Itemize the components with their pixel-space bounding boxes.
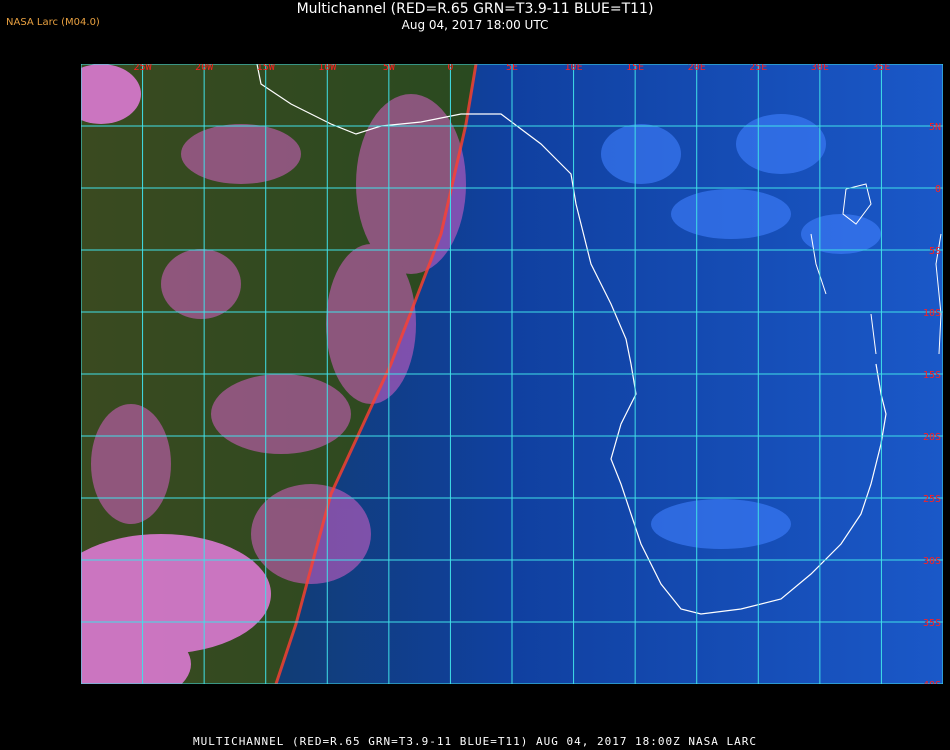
longitude-label: 10E — [565, 64, 583, 73]
longitude-label: 15E — [626, 64, 644, 73]
longitude-label: 25W — [134, 64, 153, 73]
longitude-label: 35E — [872, 64, 890, 73]
satellite-map: 25W 20W 15W 10W 5W 0 5E 10E 15E 20E 25E 30E 35E 5N 0 5S… — [81, 64, 943, 684]
longitude-label: 20E — [688, 64, 706, 73]
longitude-label: 25E — [749, 64, 767, 73]
latitude-label: 40S — [923, 680, 941, 684]
product-title: Multichannel (RED=R.65 GRN=T3.9-11 BLUE=… — [296, 1, 654, 17]
footer-caption: MULTICHANNEL (RED=R.65 GRN=T3.9-11 BLUE=… — [192, 735, 758, 748]
longitude-label: 5E — [506, 64, 518, 73]
latitude-label: 35S — [923, 618, 941, 629]
latitude-label: 25S — [923, 494, 941, 505]
latitude-label: 5N — [929, 122, 941, 133]
longitude-label: 30E — [811, 64, 829, 73]
longitude-label: 0 — [447, 64, 453, 73]
product-timestamp: Aug 04, 2017 18:00 UTC — [401, 18, 549, 32]
latitude-label: 15S — [923, 370, 941, 381]
longitude-label: 5W — [383, 64, 396, 73]
latitude-label: 20S — [923, 432, 941, 443]
latitude-label: 5S — [929, 246, 941, 257]
latitude-label: 0 — [935, 184, 941, 195]
latitude-label: 30S — [923, 556, 941, 567]
longitude-label: 20W — [195, 64, 214, 73]
longitude-label: 15W — [257, 64, 276, 73]
latitude-label: 10S — [923, 308, 941, 319]
longitude-label: 10W — [318, 64, 337, 73]
